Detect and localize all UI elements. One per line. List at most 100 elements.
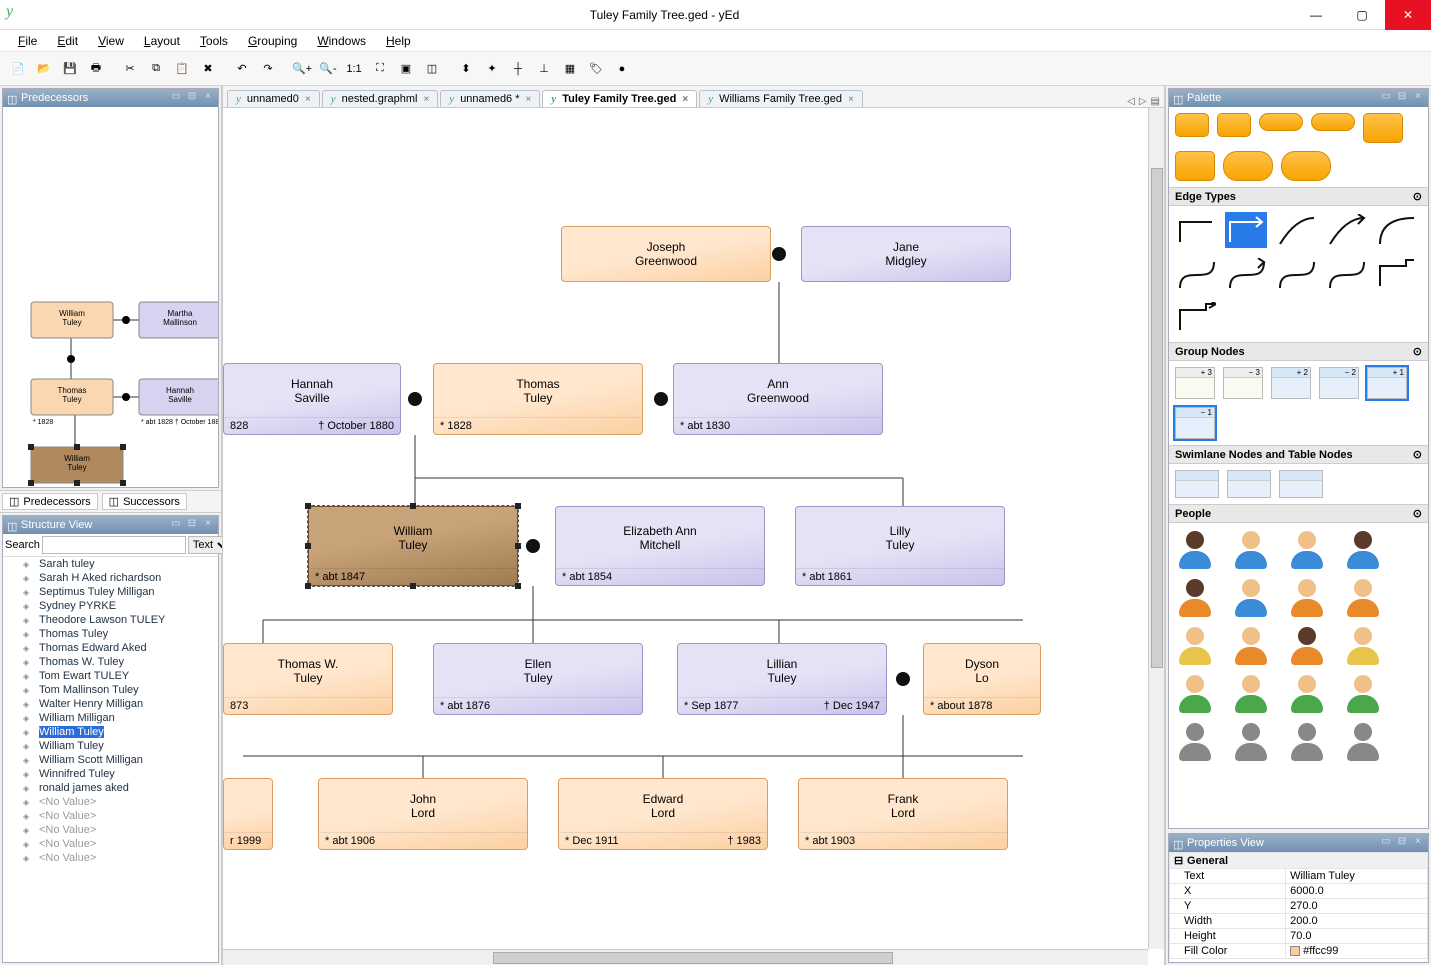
shape-rect-small-2[interactable] <box>1217 113 1251 137</box>
list-item[interactable]: Sarah H Aked richardson <box>3 571 218 585</box>
panel-pin-icon[interactable]: ⊟ <box>1396 92 1408 104</box>
close-tab-icon[interactable]: × <box>305 94 311 105</box>
group-node-shape[interactable]: + 2 <box>1271 367 1311 399</box>
list-item[interactable]: <No Value> <box>3 823 218 837</box>
resize-handle[interactable] <box>515 503 521 509</box>
panel-float-icon[interactable]: ▭ <box>1380 92 1392 104</box>
tab-successors[interactable]: ◫Successors <box>102 493 187 510</box>
tab-prev-icon[interactable]: ◁ <box>1127 96 1135 107</box>
swimlane-2[interactable] <box>1227 470 1271 498</box>
tab-list-icon[interactable]: ▤ <box>1151 96 1160 107</box>
group-node-shape[interactable]: + 1 <box>1367 367 1407 399</box>
redo-icon[interactable]: ↷ <box>256 57 280 81</box>
person-shape[interactable] <box>1231 577 1271 617</box>
zoom-1-1-icon[interactable]: 1:1 <box>342 57 366 81</box>
swimlane-1[interactable] <box>1175 470 1219 498</box>
layout-orthogonal-icon[interactable]: ┼ <box>506 57 530 81</box>
graph-node[interactable]: JaneMidgley <box>801 226 1011 282</box>
group-node-shape[interactable]: − 2 <box>1319 367 1359 399</box>
group-node-shape[interactable]: + 3 <box>1175 367 1215 399</box>
edge-type[interactable] <box>1325 256 1367 292</box>
search-input[interactable] <box>42 536 186 554</box>
panel-close-icon[interactable]: × <box>202 92 214 104</box>
edge-type[interactable] <box>1175 212 1217 248</box>
minimize-button[interactable]: — <box>1293 0 1339 30</box>
resize-handle[interactable] <box>515 543 521 549</box>
menu-grouping[interactable]: Grouping <box>240 32 305 50</box>
edge-type[interactable] <box>1325 212 1367 248</box>
list-item[interactable]: <No Value> <box>3 851 218 865</box>
graph-node[interactable]: r 1999 <box>223 778 273 850</box>
list-item[interactable]: <No Value> <box>3 795 218 809</box>
shape-pill-small-2[interactable] <box>1311 113 1355 131</box>
list-item[interactable]: Sydney PYRKE <box>3 599 218 613</box>
resize-handle[interactable] <box>305 543 311 549</box>
open-file-icon[interactable]: 📂 <box>32 57 56 81</box>
list-item[interactable]: Tom Mallinson Tuley <box>3 683 218 697</box>
panel-pin-icon[interactable]: ⊟ <box>186 92 198 104</box>
document-tab[interactable]: ynested.graphml× <box>322 90 439 107</box>
graph-node[interactable]: WilliamTuley* abt 1847 <box>308 506 518 586</box>
vertical-scrollbar[interactable] <box>1148 108 1164 949</box>
close-button[interactable]: ✕ <box>1385 0 1431 30</box>
person-shape[interactable] <box>1231 673 1271 713</box>
graph-node[interactable]: AnnGreenwood* abt 1830 <box>673 363 883 435</box>
menu-layout[interactable]: Layout <box>136 32 188 50</box>
document-tab[interactable]: yWilliams Family Tree.ged× <box>699 90 863 107</box>
labels-icon[interactable]: 🏷 <box>584 57 608 81</box>
list-item[interactable]: Septimus Tuley Milligan <box>3 585 218 599</box>
edge-type[interactable] <box>1375 212 1417 248</box>
shape-pill-small[interactable] <box>1259 113 1303 131</box>
resize-handle[interactable] <box>410 583 416 589</box>
horizontal-scrollbar[interactable] <box>223 949 1148 965</box>
graph-canvas[interactable]: JosephGreenwoodJaneMidgleyHannahSaville8… <box>223 108 1164 965</box>
tab-next-icon[interactable]: ▷ <box>1139 96 1147 107</box>
layout-hierarchic-icon[interactable]: ⬍ <box>454 57 478 81</box>
person-shape[interactable] <box>1231 721 1271 761</box>
layout-tree-icon[interactable]: ⊥ <box>532 57 556 81</box>
person-shape[interactable] <box>1343 721 1383 761</box>
graph-node[interactable]: JohnLord* abt 1906 <box>318 778 528 850</box>
list-item[interactable]: William Tuley <box>3 725 218 739</box>
person-shape[interactable] <box>1343 673 1383 713</box>
person-shape[interactable] <box>1287 625 1327 665</box>
panel-float-icon[interactable]: ▭ <box>1380 837 1392 849</box>
copy-icon[interactable]: ⧉ <box>144 57 168 81</box>
delete-icon[interactable]: ✖ <box>196 57 220 81</box>
maximize-button[interactable]: ▢ <box>1339 0 1385 30</box>
zoom-area-icon[interactable]: ▣ <box>394 57 418 81</box>
panel-close-icon[interactable]: × <box>1412 837 1424 849</box>
print-icon[interactable]: 🖶 <box>84 57 108 81</box>
shape-rect[interactable] <box>1363 113 1403 143</box>
menu-tools[interactable]: Tools <box>192 32 236 50</box>
structure-list[interactable]: Sarah tuleySarah H Aked richardsonSeptim… <box>3 557 218 897</box>
graph-node[interactable]: HannahSaville828† October 1880 <box>223 363 401 435</box>
zoom-out-icon[interactable]: 🔍- <box>316 57 340 81</box>
swimlane-3[interactable] <box>1279 470 1323 498</box>
graph-node[interactable]: DysonLo* about 1878 <box>923 643 1041 715</box>
person-shape[interactable] <box>1175 721 1215 761</box>
collapse-icon[interactable]: ⊙ <box>1413 507 1422 520</box>
new-file-icon[interactable]: 📄 <box>6 57 30 81</box>
edge-type[interactable] <box>1225 256 1267 292</box>
edge-type[interactable] <box>1375 256 1417 292</box>
document-tab[interactable]: yunnamed0× <box>227 90 320 107</box>
person-shape[interactable] <box>1343 529 1383 569</box>
document-tab[interactable]: yTuley Family Tree.ged× <box>542 90 697 107</box>
person-shape[interactable] <box>1287 529 1327 569</box>
list-item[interactable]: <No Value> <box>3 809 218 823</box>
list-item[interactable]: Thomas Tuley <box>3 627 218 641</box>
graph-node[interactable]: EdwardLord* Dec 1911† 1983 <box>558 778 768 850</box>
graph-node[interactable]: Elizabeth AnnMitchell* abt 1854 <box>555 506 765 586</box>
list-item[interactable]: Winnifred Tuley <box>3 767 218 781</box>
shape-rect-small[interactable] <box>1175 113 1209 137</box>
save-icon[interactable]: 💾 <box>58 57 82 81</box>
collapse-icon[interactable]: ⊙ <box>1413 190 1422 203</box>
panel-pin-icon[interactable]: ⊟ <box>186 519 198 531</box>
document-tab[interactable]: yunnamed6 *× <box>440 90 540 107</box>
edge-type[interactable] <box>1275 256 1317 292</box>
panel-close-icon[interactable]: × <box>202 519 214 531</box>
person-shape[interactable] <box>1343 625 1383 665</box>
edge-type[interactable] <box>1175 300 1217 336</box>
shape-rect-2[interactable] <box>1175 151 1215 181</box>
